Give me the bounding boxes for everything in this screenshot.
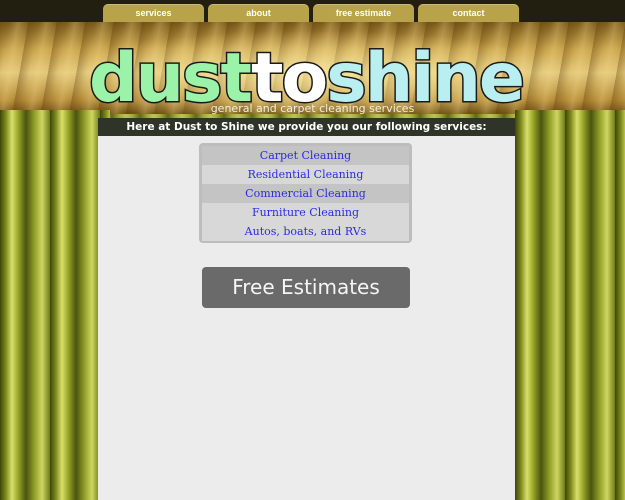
free-estimates-button[interactable]: Free Estimates — [202, 267, 410, 308]
tab-contact[interactable]: contact — [418, 4, 519, 22]
content-panel: Here at Dust to Shine we provide you our… — [98, 118, 515, 500]
curtain-right — [515, 110, 625, 500]
service-link-autos-boats-rvs[interactable]: Autos, boats, and RVs — [202, 222, 409, 241]
intro-heading: Here at Dust to Shine we provide you our… — [98, 118, 515, 136]
main-nav: services about free estimate contact — [103, 4, 519, 22]
service-link-residential-cleaning[interactable]: Residential Cleaning — [202, 165, 409, 184]
tab-free-estimate[interactable]: free estimate — [313, 4, 414, 22]
service-link-commercial-cleaning[interactable]: Commercial Cleaning — [202, 184, 409, 203]
service-link-carpet-cleaning[interactable]: Carpet Cleaning — [202, 146, 409, 165]
tab-about[interactable]: about — [208, 4, 309, 22]
service-link-furniture-cleaning[interactable]: Furniture Cleaning — [202, 203, 409, 222]
services-list: Carpet Cleaning Residential Cleaning Com… — [199, 143, 412, 243]
header-banner: dust to shine — [0, 22, 625, 114]
tab-services[interactable]: services — [103, 4, 204, 22]
curtain-left — [0, 110, 110, 500]
